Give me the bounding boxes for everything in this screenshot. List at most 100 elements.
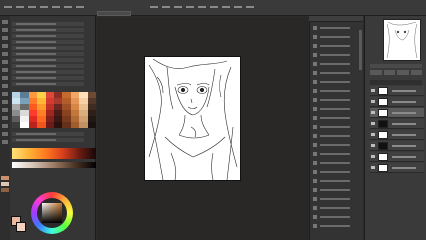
brush-tool-icon[interactable] (2, 68, 8, 72)
command-item[interactable] (313, 143, 359, 148)
command-item[interactable] (313, 62, 359, 67)
color-swatch[interactable] (79, 122, 88, 128)
command-item[interactable] (313, 116, 359, 121)
command-item[interactable] (313, 107, 359, 112)
command-bar-scrollbar[interactable] (359, 30, 362, 70)
sub-tool-item[interactable] (12, 82, 84, 86)
layer-row[interactable] (370, 86, 424, 96)
command-item[interactable] (313, 188, 359, 193)
color-swatch[interactable] (28, 122, 38, 128)
command-item[interactable] (313, 71, 359, 76)
document-tab[interactable] (97, 11, 131, 16)
sub-tool-item[interactable] (12, 64, 84, 68)
quick-swatch[interactable] (1, 188, 9, 192)
layer-row[interactable] (370, 163, 424, 173)
quick-swatch[interactable] (1, 176, 9, 180)
tool-property-row[interactable] (12, 132, 84, 136)
command-item[interactable] (313, 224, 359, 229)
sub-tool-item[interactable] (12, 58, 84, 62)
eyedropper-tool-icon[interactable] (2, 44, 8, 48)
navigator-zoom-slider[interactable] (370, 64, 422, 68)
tool-property-row[interactable] (12, 138, 84, 142)
color-swatch[interactable] (45, 122, 54, 128)
zoom-tool-icon[interactable] (2, 20, 8, 24)
sub-tool-item[interactable] (12, 22, 84, 26)
command-item[interactable] (313, 35, 359, 40)
sub-tool-item[interactable] (12, 70, 84, 74)
navigator-buttons[interactable] (370, 70, 422, 75)
color-swatch[interactable] (53, 122, 63, 128)
command-bar-header (309, 16, 363, 22)
eye-icon (371, 89, 375, 92)
fit-icon[interactable] (397, 70, 409, 75)
color-swatch[interactable] (70, 122, 80, 128)
eye-icon (371, 122, 375, 125)
color-gradient-slider[interactable] (12, 162, 96, 168)
command-item[interactable] (313, 26, 359, 31)
command-item[interactable] (313, 152, 359, 157)
eye-icon (371, 111, 375, 114)
toolbar-icons[interactable] (150, 6, 254, 9)
color-swatch[interactable] (62, 122, 71, 128)
pen-tool-icon[interactable] (2, 52, 8, 56)
zoom-out-icon[interactable] (370, 70, 382, 75)
fill-tool-icon[interactable] (2, 100, 8, 104)
line-art-sketch (148, 58, 238, 180)
quick-swatch[interactable] (1, 182, 9, 186)
sub-tool-item[interactable] (12, 52, 84, 56)
move-tool-icon[interactable] (2, 28, 8, 32)
layer-row[interactable] (370, 141, 424, 151)
menu-bar (0, 0, 426, 16)
layer-row[interactable] (370, 130, 424, 140)
command-item[interactable] (313, 215, 359, 220)
eraser-tool-icon[interactable] (2, 84, 8, 88)
ruler-tool-icon[interactable] (2, 140, 8, 144)
eye-icon (371, 155, 375, 158)
command-item[interactable] (313, 125, 359, 130)
layer-row-active[interactable] (370, 108, 424, 118)
menu-items[interactable] (4, 6, 84, 9)
drawing-canvas[interactable] (145, 57, 240, 180)
eye-icon (371, 100, 375, 103)
color-swatch[interactable] (37, 122, 46, 128)
color-swatch[interactable] (87, 122, 96, 128)
command-item[interactable] (313, 98, 359, 103)
gradient-tool-icon[interactable] (2, 108, 8, 112)
sub-tool-item[interactable] (12, 34, 84, 38)
rotate-icon[interactable] (410, 70, 422, 75)
color-gradient-slider[interactable] (12, 148, 96, 159)
navigator-sketch (386, 21, 418, 59)
layer-row[interactable] (370, 152, 424, 162)
sub-tool-item[interactable] (12, 76, 84, 80)
sub-tool-item[interactable] (12, 40, 84, 44)
color-set-grid[interactable] (12, 92, 96, 128)
navigator-preview[interactable] (384, 20, 420, 60)
sub-tool-item[interactable] (12, 46, 84, 50)
airbrush-tool-icon[interactable] (2, 76, 8, 80)
select-tool-icon[interactable] (2, 36, 8, 40)
layer-row[interactable] (370, 97, 424, 107)
saturation-value-picker[interactable] (42, 203, 62, 223)
color-swatch[interactable] (20, 122, 29, 128)
command-item[interactable] (313, 179, 359, 184)
command-item[interactable] (313, 80, 359, 85)
command-item[interactable] (313, 134, 359, 139)
background-color-swatch[interactable] (16, 222, 26, 232)
pencil-tool-icon[interactable] (2, 60, 8, 64)
color-swatch[interactable] (12, 122, 21, 128)
text-tool-icon[interactable] (2, 124, 8, 128)
sub-tool-item[interactable] (12, 28, 84, 32)
command-item[interactable] (313, 53, 359, 58)
blend-tool-icon[interactable] (2, 92, 8, 96)
figure-tool-icon[interactable] (2, 116, 8, 120)
layer-row[interactable] (370, 119, 424, 129)
command-item[interactable] (313, 44, 359, 49)
balloon-tool-icon[interactable] (2, 132, 8, 136)
command-item[interactable] (313, 161, 359, 166)
command-item[interactable] (313, 197, 359, 202)
command-item[interactable] (313, 170, 359, 175)
command-item[interactable] (313, 206, 359, 211)
zoom-in-icon[interactable] (383, 70, 395, 75)
tool-column (0, 16, 10, 240)
command-item[interactable] (313, 89, 359, 94)
